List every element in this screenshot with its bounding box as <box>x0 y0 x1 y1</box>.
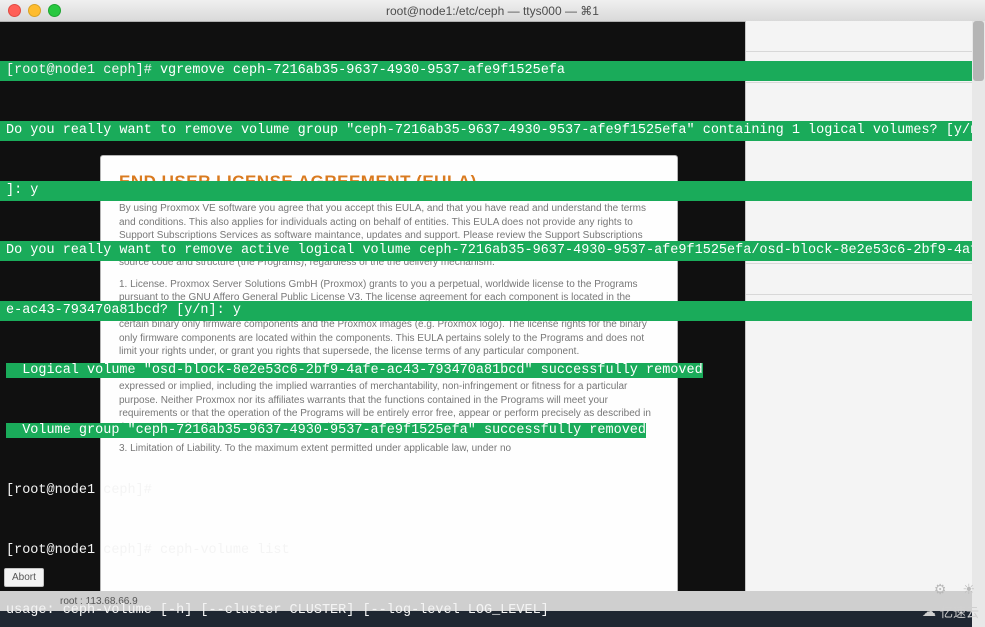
gear-icon[interactable]: ⚙ <box>934 582 947 599</box>
terminal-output: Do you really want to remove volume grou… <box>0 121 972 141</box>
window-titlebar: root@node1:/etc/ceph — ttys000 — ⌘1 <box>0 0 985 22</box>
tray-icons: ⚙ ☀ <box>934 582 975 599</box>
command: vgremove ceph-7216ab35-9637-4930-9537-af… <box>160 63 565 78</box>
watermark-text: 亿速云 <box>940 602 979 621</box>
terminal-output: e-ac43-793470a81bcd? [y/n]: y <box>0 301 972 321</box>
prompt: [root@node1 ceph]# <box>6 543 160 558</box>
terminal-output: ]: y <box>0 181 972 201</box>
terminal-output: Logical volume "osd-block-8e2e53c6-2bf9-… <box>6 363 703 378</box>
prompt: [root@node1 ceph]# <box>0 481 972 501</box>
terminal-output: Do you really want to remove active logi… <box>0 241 972 261</box>
scrollbar-thumb[interactable] <box>973 21 984 81</box>
terminal-output: usage: ceph-volume [-h] [--cluster CLUST… <box>0 601 972 621</box>
sun-icon[interactable]: ☀ <box>962 582 975 599</box>
window-title: root@node1:/etc/ceph — ttys000 — ⌘1 <box>0 4 985 18</box>
terminal-output: Volume group "ceph-7216ab35-9637-4930-95… <box>6 423 646 438</box>
terminal[interactable]: [root@node1 ceph]# vgremove ceph-7216ab3… <box>0 21 972 621</box>
scrollbar[interactable] <box>972 21 985 627</box>
watermark: ☁ 亿速云 <box>922 602 979 621</box>
command: ceph-volume list <box>160 543 290 558</box>
prompt: [root@node1 ceph]# <box>6 63 160 78</box>
cloud-icon: ☁ <box>922 603 936 620</box>
